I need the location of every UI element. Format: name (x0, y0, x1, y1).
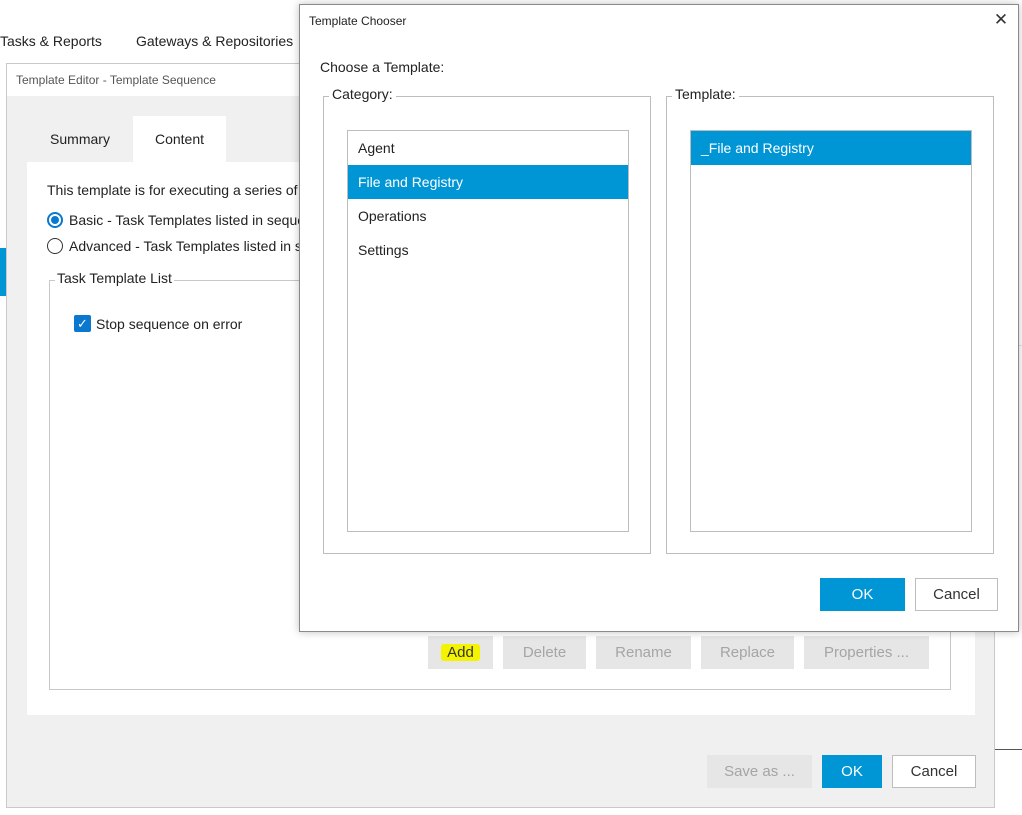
template-chooser-dialog: Template Chooser ✕ Choose a Template: Ca… (299, 4, 1019, 632)
properties-button[interactable]: Properties ... (804, 636, 929, 669)
template-legend: Template: (672, 86, 739, 102)
category-item-agent[interactable]: Agent (348, 131, 628, 165)
replace-button[interactable]: Replace (701, 636, 794, 669)
save-as-button[interactable]: Save as ... (707, 755, 812, 788)
tab-tasks-reports[interactable]: Tasks & Reports (0, 33, 102, 49)
rename-button[interactable]: Rename (596, 636, 691, 669)
stop-on-error-checkbox-row[interactable]: ✓ Stop sequence on error (74, 315, 242, 332)
template-listbox[interactable]: _File and Registry (690, 130, 972, 532)
tab-gateways-repositories[interactable]: Gateways & Repositories (136, 33, 293, 49)
chooser-cancel-button[interactable]: Cancel (915, 578, 998, 611)
category-legend: Category: (329, 86, 396, 102)
close-icon[interactable]: ✕ (992, 11, 1010, 29)
radio-advanced[interactable]: Advanced - Task Templates listed in seq (47, 238, 318, 254)
category-listbox[interactable]: Agent File and Registry Operations Setti… (347, 130, 629, 532)
category-group: Category: Agent File and Registry Operat… (323, 86, 651, 554)
category-item-file-and-registry[interactable]: File and Registry (348, 165, 628, 199)
radio-advanced-label: Advanced - Task Templates listed in seq (69, 238, 318, 254)
editor-ok-button[interactable]: OK (822, 755, 882, 788)
editor-title: Template Editor - Template Sequence (16, 73, 216, 87)
radio-unchecked-icon[interactable] (47, 238, 63, 254)
task-template-list-legend: Task Template List (55, 270, 174, 286)
stop-on-error-label: Stop sequence on error (96, 315, 243, 332)
tab-content[interactable]: Content (133, 116, 226, 162)
radio-basic[interactable]: Basic - Task Templates listed in sequenc (47, 212, 320, 228)
editor-cancel-button[interactable]: Cancel (892, 755, 976, 788)
tab-summary[interactable]: Summary (29, 116, 131, 162)
template-item-file-and-registry[interactable]: _File and Registry (691, 131, 971, 165)
add-button-label: Add (441, 644, 480, 661)
delete-button[interactable]: Delete (503, 636, 586, 669)
divider (995, 749, 1022, 750)
checkbox-checked-icon[interactable]: ✓ (74, 315, 91, 332)
template-group: Template: _File and Registry (666, 86, 994, 554)
category-item-operations[interactable]: Operations (348, 199, 628, 233)
add-button[interactable]: Add (428, 636, 493, 669)
chooser-ok-button[interactable]: OK (820, 578, 905, 611)
choose-template-label: Choose a Template: (320, 59, 445, 75)
template-description: This template is for executing a series … (47, 182, 321, 198)
dialog-title: Template Chooser (309, 14, 407, 28)
radio-basic-label: Basic - Task Templates listed in sequenc (69, 212, 320, 228)
category-item-settings[interactable]: Settings (348, 233, 628, 267)
radio-checked-icon[interactable] (47, 212, 63, 228)
